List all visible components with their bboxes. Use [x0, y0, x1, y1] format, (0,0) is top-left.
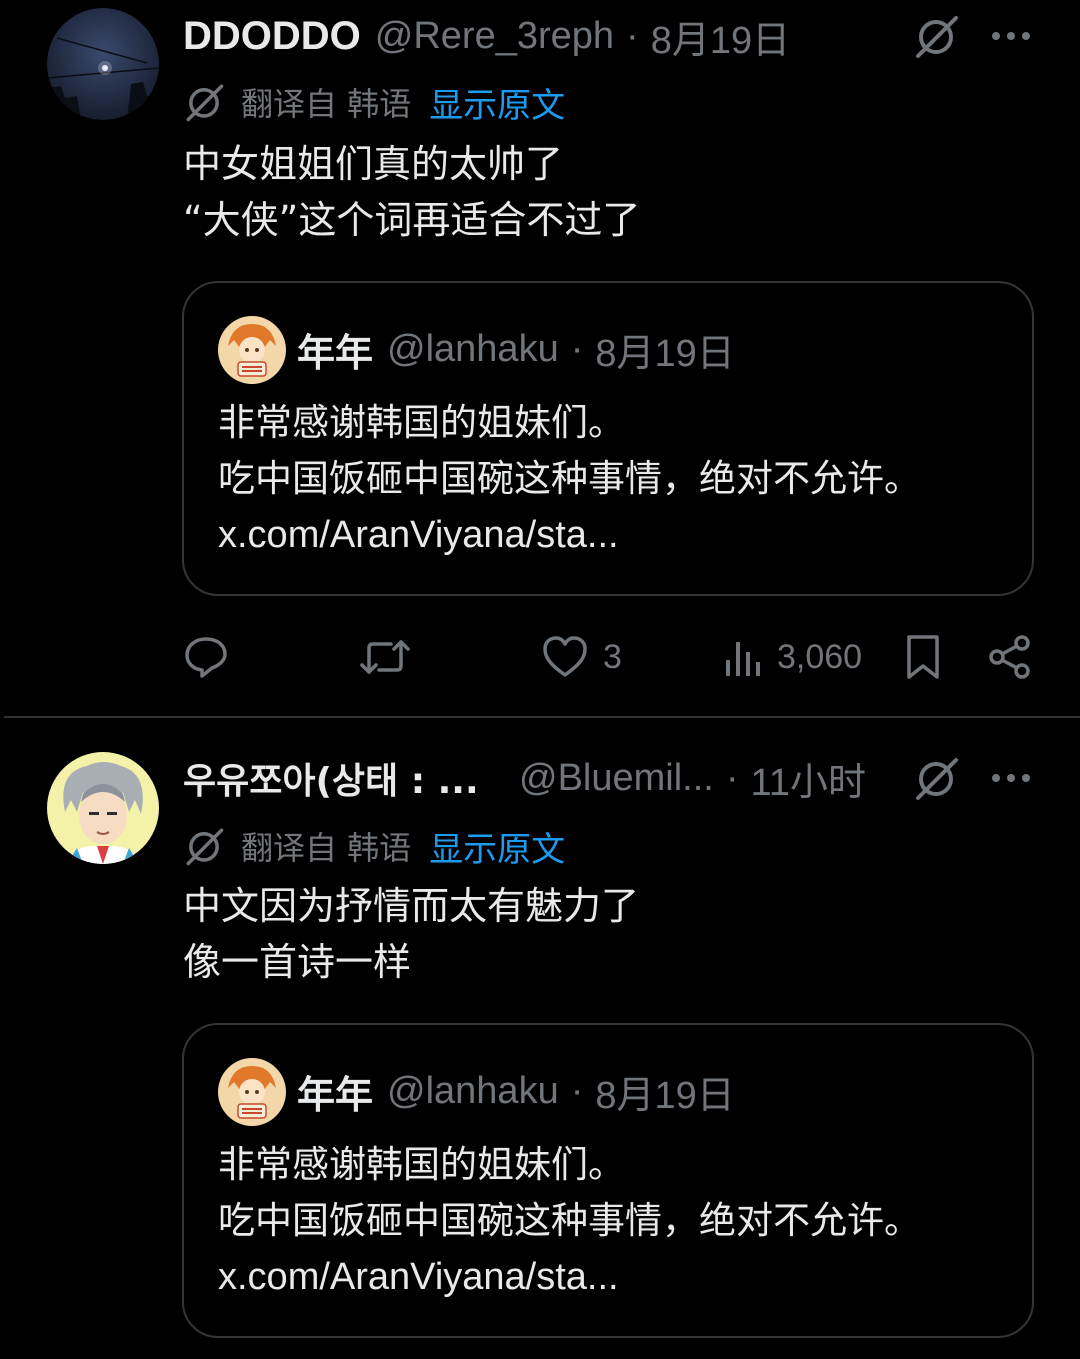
more-options-icon[interactable] — [988, 768, 1034, 788]
quoted-avatar[interactable] — [218, 1058, 286, 1126]
share-button[interactable] — [987, 627, 1033, 687]
separator: · — [725, 756, 739, 799]
retweet-icon — [360, 640, 410, 674]
separator: · — [626, 14, 639, 57]
timestamp[interactable]: 11小时 — [751, 751, 866, 806]
like-button[interactable]: 3 — [541, 627, 622, 687]
reply-icon — [185, 637, 227, 678]
grok-translate-icon — [186, 828, 224, 866]
avatar[interactable] — [47, 8, 159, 120]
display-name[interactable]: 우유쪼아(상태 : ... — [183, 752, 493, 804]
quoted-header: 年年 @lanhaku · 8月19日 — [297, 1061, 735, 1121]
grok-icon[interactable] — [912, 12, 960, 60]
display-name[interactable]: DDODDO — [183, 14, 361, 59]
avatar[interactable] — [47, 752, 159, 864]
translation-notice: 翻译自 韩语 显示原文 — [183, 78, 565, 127]
tweet-text-line: 中文因为抒情而太有魅力了 — [183, 884, 640, 928]
share-icon — [989, 635, 1030, 679]
quoted-link[interactable]: x.com/AranViyana/sta... — [218, 1249, 1012, 1305]
tweet[interactable]: DDODDO @Rere_3reph · 8月19日 翻译自 韩语 显示原文 中… — [0, 0, 1080, 716]
tweet[interactable]: 우유쪼아(상태 : ... @Bluemil... · 11小时 翻译自 韩语 … — [0, 718, 1080, 1359]
grok-icon[interactable] — [912, 754, 960, 802]
tweet-text-line: 中女姐姐们真的太帅了 — [183, 142, 564, 186]
reply-button[interactable] — [183, 627, 229, 687]
user-handle[interactable]: @Rere_3reph — [375, 15, 614, 58]
quoted-header: 年年 @lanhaku · 8月19日 — [297, 319, 735, 379]
quoted-handle[interactable]: @lanhaku — [387, 1070, 559, 1113]
views-button[interactable]: 3,060 — [723, 627, 862, 687]
quoted-text-line: 吃中国饭砸中国碗这种事情，绝对不允许。 — [218, 1199, 921, 1242]
tweet-text-line: “大侠”这个词再适合不过了 — [183, 198, 641, 242]
like-count: 3 — [603, 637, 622, 676]
grok-translate-icon — [186, 84, 224, 122]
quoted-text-line: 非常感谢韩国的姐妹们。 — [218, 1143, 625, 1186]
tweet-text-line: 像一首诗一样 — [183, 940, 412, 984]
translated-from-label: 翻译自 韩语 — [241, 85, 412, 123]
timestamp[interactable]: 8月19日 — [651, 9, 790, 64]
separator: · — [570, 1069, 584, 1112]
quoted-text-line: 吃中国饭砸中国碗这种事情，绝对不允许。 — [218, 457, 921, 500]
bookmark-icon — [907, 635, 939, 679]
quoted-timestamp[interactable]: 8月19日 — [595, 1064, 734, 1119]
quoted-handle[interactable]: @lanhaku — [387, 328, 559, 371]
views-count: 3,060 — [777, 637, 863, 676]
show-original-link[interactable]: 显示原文 — [429, 78, 565, 127]
more-options-icon[interactable] — [988, 26, 1034, 46]
tweet-text: 中女姐姐们真的太帅了 “大侠”这个词再适合不过了 — [183, 136, 1040, 248]
quoted-tweet[interactable]: 年年 @lanhaku · 8月19日 非常感谢韩国的姐妹们。 吃中国饭砸中国碗… — [182, 1023, 1034, 1338]
quoted-text: 非常感谢韩国的姐妹们。 吃中国饭砸中国碗这种事情，绝对不允许。 x.com/Ar… — [218, 1137, 1012, 1305]
bookmark-button[interactable] — [903, 627, 943, 687]
quoted-link[interactable]: x.com/AranViyana/sta... — [218, 507, 1012, 563]
retweet-button[interactable] — [359, 627, 411, 687]
heart-icon — [543, 636, 587, 677]
quoted-display-name[interactable]: 年年 — [297, 322, 373, 377]
quoted-timestamp[interactable]: 8月19日 — [595, 322, 734, 377]
tweet-text: 中文因为抒情而太有魅力了 像一首诗一样 — [183, 878, 1040, 990]
quoted-tweet[interactable]: 年年 @lanhaku · 8月19日 非常感谢韩国的姐妹们。 吃中国饭砸中国碗… — [182, 281, 1034, 596]
quoted-avatar[interactable] — [218, 316, 286, 384]
user-handle[interactable]: @Bluemil... — [519, 757, 714, 800]
show-original-link[interactable]: 显示原文 — [429, 822, 565, 871]
views-icon — [726, 642, 760, 676]
separator: · — [570, 327, 584, 370]
translation-notice: 翻译自 韩语 显示原文 — [183, 822, 565, 871]
quoted-text-line: 非常感谢韩国的姐妹们。 — [218, 401, 625, 444]
action-bar: 3 3,060 — [183, 627, 1043, 687]
quoted-text: 非常感谢韩国的姐妹们。 吃中国饭砸中国碗这种事情，绝对不允许。 x.com/Ar… — [218, 395, 1012, 563]
quoted-display-name[interactable]: 年年 — [297, 1064, 373, 1119]
translated-from-label: 翻译自 韩语 — [241, 829, 412, 867]
